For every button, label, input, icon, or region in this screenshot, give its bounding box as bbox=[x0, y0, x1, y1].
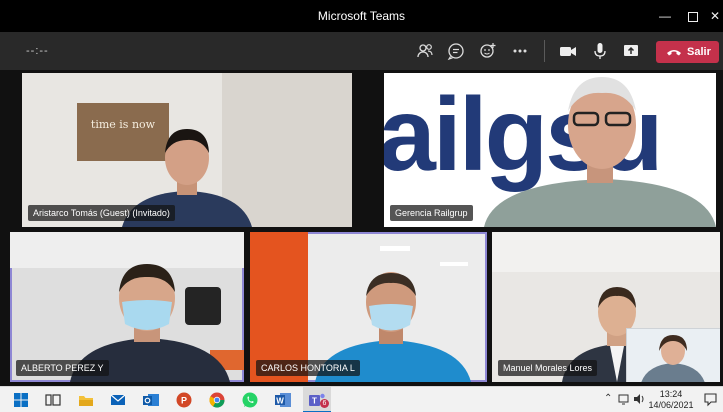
participant-name: ALBERTO PEREZ Y bbox=[16, 360, 109, 376]
ceiling-light bbox=[440, 262, 468, 266]
notification-center-icon[interactable] bbox=[703, 392, 718, 407]
clock-date: 14/06/2021 bbox=[648, 400, 694, 410]
phone-hangup-icon bbox=[667, 50, 681, 56]
teams-taskbar-button[interactable]: T 6 bbox=[303, 387, 331, 412]
video-tile-3[interactable]: ALBERTO PEREZ Y bbox=[10, 232, 244, 382]
video-tile-2[interactable]: ailgsu Gerencia Railgrup bbox=[384, 73, 716, 227]
chat-icon[interactable] bbox=[446, 41, 466, 61]
mail-icon[interactable] bbox=[109, 391, 127, 409]
title-bar: Microsoft Teams — ✕ bbox=[0, 0, 723, 32]
svg-text:P: P bbox=[181, 396, 187, 406]
participant-name: Gerencia Railgrup bbox=[390, 205, 473, 221]
self-view[interactable] bbox=[626, 328, 720, 382]
volume-icon[interactable] bbox=[632, 392, 646, 406]
svg-text:W: W bbox=[276, 396, 284, 405]
leave-label: Salir bbox=[687, 46, 711, 58]
video-tile-5[interactable]: Manuel Morales Lores bbox=[492, 232, 720, 382]
more-icon[interactable] bbox=[510, 41, 530, 61]
toolbar-divider bbox=[544, 40, 545, 62]
participant-name: Aristarco Tomás (Guest) (Invitado) bbox=[28, 205, 175, 221]
svg-text:T: T bbox=[312, 397, 317, 406]
chrome-icon[interactable] bbox=[208, 391, 226, 409]
people-icon[interactable] bbox=[415, 41, 435, 61]
ceiling-background bbox=[492, 232, 720, 272]
windows-taskbar: P W T 6 ⌃ 13:24 14/06/2021 bbox=[0, 386, 723, 412]
reactions-icon[interactable] bbox=[478, 41, 498, 61]
network-icon[interactable] bbox=[618, 392, 632, 406]
video-stage: time is now Aristarco Tomás (Guest) (Inv… bbox=[0, 70, 723, 386]
maximize-icon bbox=[688, 11, 698, 22]
video-tile-1[interactable]: time is now Aristarco Tomás (Guest) (Inv… bbox=[22, 73, 352, 227]
self-view-figure bbox=[641, 335, 705, 382]
system-clock[interactable]: 13:24 14/06/2021 bbox=[648, 389, 694, 411]
tray-expand-icon[interactable]: ⌃ bbox=[604, 393, 612, 404]
teams-notification-badge: 6 bbox=[320, 399, 329, 408]
teams-window: Microsoft Teams — ✕ --:-- Salir time is … bbox=[0, 0, 723, 412]
whatsapp-icon[interactable] bbox=[241, 391, 259, 409]
camera-icon[interactable] bbox=[558, 41, 578, 61]
mic-icon[interactable] bbox=[590, 41, 610, 61]
participant-name: Manuel Morales Lores bbox=[498, 360, 598, 376]
minimize-button[interactable]: — bbox=[652, 0, 678, 32]
close-button[interactable]: ✕ bbox=[702, 0, 723, 32]
video-tile-4[interactable]: CARLOS HONTORIA L bbox=[250, 232, 487, 382]
meeting-timer: --:-- bbox=[26, 45, 49, 57]
powerpoint-icon[interactable]: P bbox=[175, 391, 193, 409]
clock-time: 13:24 bbox=[659, 389, 683, 399]
meeting-toolbar: --:-- Salir bbox=[0, 32, 723, 70]
outlook-icon[interactable] bbox=[142, 391, 160, 409]
window-title: Microsoft Teams bbox=[317, 9, 406, 23]
ceiling-light bbox=[380, 246, 410, 251]
leave-button[interactable]: Salir bbox=[656, 41, 719, 63]
share-screen-icon[interactable] bbox=[621, 41, 641, 61]
windows-start-icon[interactable] bbox=[12, 391, 30, 409]
file-explorer-icon[interactable] bbox=[77, 391, 95, 409]
word-icon[interactable]: W bbox=[274, 391, 292, 409]
task-view-icon[interactable] bbox=[44, 391, 62, 409]
participant-name: CARLOS HONTORIA L bbox=[256, 360, 360, 376]
participant-figure bbox=[484, 77, 716, 227]
